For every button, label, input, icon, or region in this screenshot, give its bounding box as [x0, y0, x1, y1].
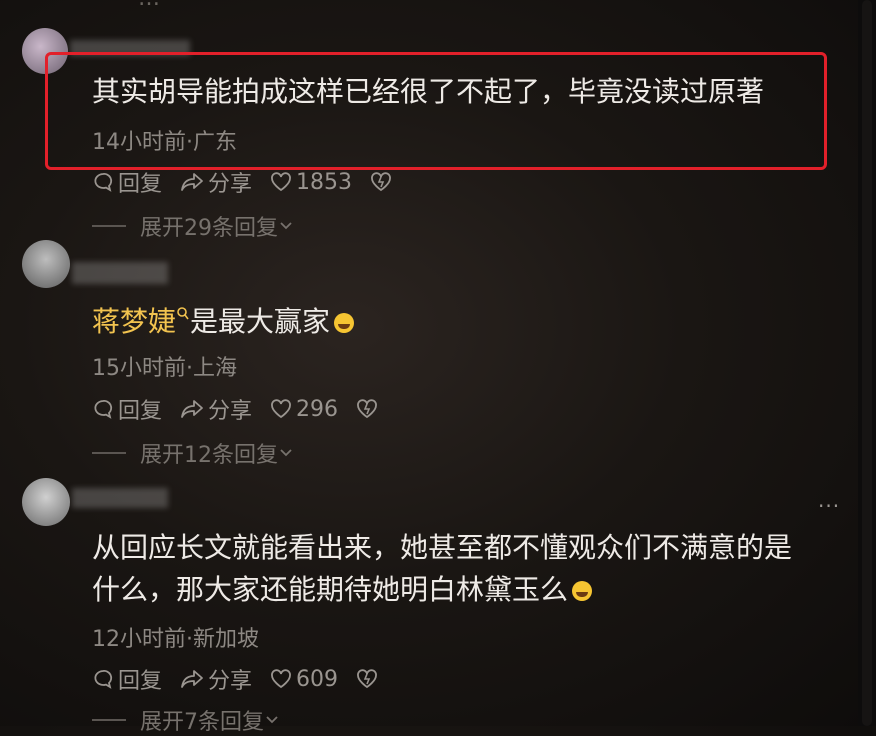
comment-meta: 15小时前·上海	[92, 356, 237, 381]
comment-actions: 回复 分享 296	[92, 393, 400, 425]
reply-button[interactable]: 回复	[92, 393, 162, 425]
comment-text: 其实胡导能拍成这样已经很了不起了，毕竟没读过原著	[92, 75, 765, 108]
reply-icon	[94, 173, 113, 192]
dislike-button[interactable]	[356, 668, 382, 690]
share-icon	[181, 173, 203, 191]
dislike-heart-icon	[357, 669, 377, 689]
heart-icon	[271, 669, 291, 689]
comment-actions: 回复 分享 609	[92, 663, 400, 695]
dislike-heart-icon	[371, 172, 391, 192]
like-button[interactable]: 296	[270, 397, 338, 422]
like-count: 609	[296, 666, 339, 692]
share-label: 分享	[208, 172, 253, 197]
chevron-down-icon	[266, 716, 278, 724]
expand-label: 展开7条回复	[140, 710, 264, 735]
comment-body: 什么，那大家还能期待她明白林黛玉么	[92, 573, 569, 606]
comment-meta: 12小时前·新加坡	[92, 627, 259, 652]
like-count: 296	[296, 396, 339, 422]
username-blurred	[72, 488, 168, 508]
expand-replies[interactable]: 展开29条回复	[92, 210, 294, 242]
expand-label: …	[138, 0, 160, 11]
avatar[interactable]	[22, 240, 70, 288]
like-count: 1853	[296, 169, 353, 195]
share-label: 分享	[208, 399, 253, 424]
mention-username[interactable]: 蒋梦婕	[92, 305, 176, 338]
reply-button[interactable]: 回复	[92, 663, 162, 695]
heart-icon	[271, 172, 291, 192]
expand-replies-prev[interactable]: …	[90, 0, 160, 11]
expand-label: 展开12条回复	[140, 443, 278, 468]
surprised-emoji-icon	[572, 581, 593, 601]
dislike-button[interactable]	[370, 171, 396, 193]
reply-label: 回复	[118, 669, 163, 694]
chevron-down-icon	[280, 222, 292, 230]
dislike-heart-icon	[357, 399, 377, 419]
divider-line	[92, 452, 126, 454]
heart-icon	[271, 399, 291, 419]
reply-label: 回复	[118, 399, 163, 424]
like-button[interactable]: 1853	[270, 170, 352, 195]
like-button[interactable]: 609	[270, 667, 338, 692]
share-label: 分享	[208, 669, 253, 694]
comment-meta: 14小时前·广东	[92, 130, 237, 155]
reply-button[interactable]: 回复	[92, 166, 162, 198]
laughing-emoji-icon	[334, 313, 355, 333]
scrollbar-thumb[interactable]	[862, 0, 872, 726]
expand-replies[interactable]: 展开7条回复	[92, 704, 280, 736]
share-icon	[181, 400, 203, 418]
avatar[interactable]	[22, 478, 70, 526]
chevron-down-icon	[280, 449, 292, 457]
dislike-button[interactable]	[356, 398, 382, 420]
comment-text: 蒋梦婕 是最大赢家	[92, 302, 355, 342]
share-icon	[181, 670, 203, 688]
comment-body: 是最大赢家	[190, 305, 331, 338]
more-icon[interactable]: ···	[818, 494, 840, 518]
expand-replies[interactable]: 展开12条回复	[92, 437, 294, 469]
comment-text-line1: 从回应长文就能看出来，她甚至都不懂观众们不满意的是	[92, 531, 793, 564]
divider-line	[92, 719, 126, 721]
comment-text-line2: 什么，那大家还能期待她明白林黛玉么	[92, 570, 593, 610]
comment-actions: 回复 分享 1853	[92, 166, 414, 198]
share-button[interactable]: 分享	[180, 663, 252, 695]
reply-icon	[94, 400, 113, 419]
divider-line	[92, 225, 126, 227]
scrollbar[interactable]	[858, 0, 876, 726]
expand-label: 展开29条回复	[140, 216, 278, 241]
search-icon	[177, 307, 189, 320]
reply-icon	[94, 670, 113, 689]
username-blurred	[72, 262, 168, 284]
share-button[interactable]: 分享	[180, 393, 252, 425]
share-button[interactable]: 分享	[180, 166, 252, 198]
reply-label: 回复	[118, 172, 163, 197]
